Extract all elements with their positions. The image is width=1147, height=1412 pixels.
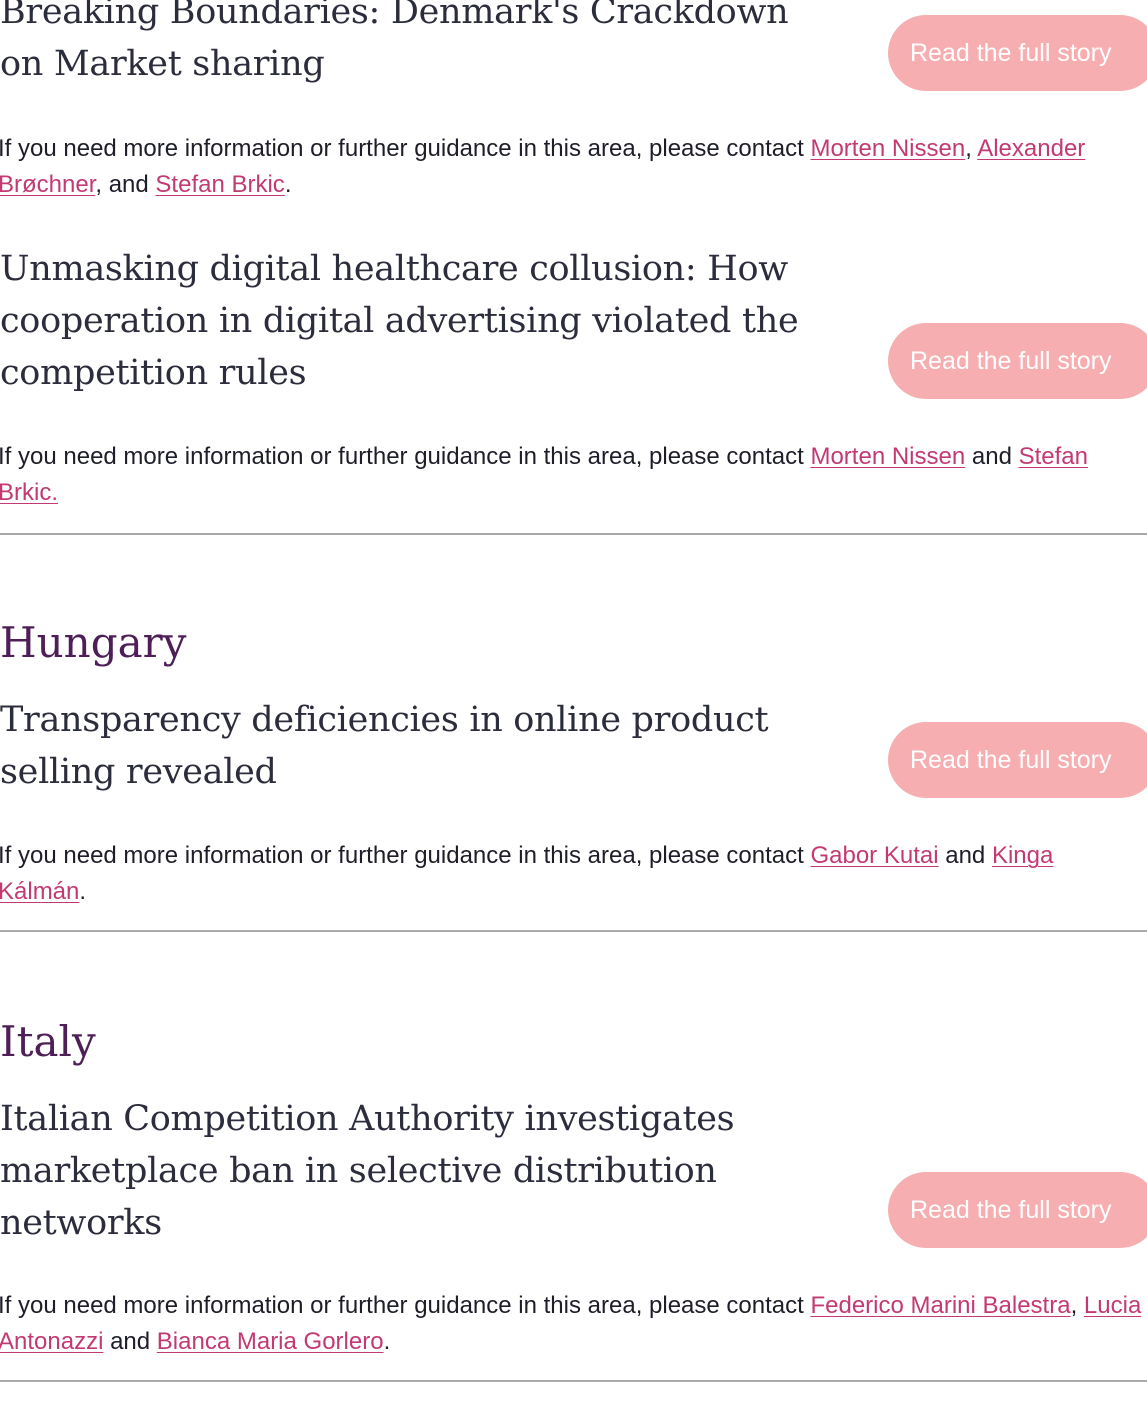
contact-separator: and	[938, 842, 992, 869]
contact-intro: If you need more information or further …	[0, 135, 811, 162]
contact-link[interactable]: Gabor Kutai	[810, 842, 938, 869]
contact-end: .	[383, 1328, 391, 1355]
contact-end: .	[284, 171, 292, 198]
story-headline: Unmasking digital healthcare collusion: …	[0, 249, 799, 393]
story-headline: Transparency deficiencies in online prod…	[0, 700, 769, 792]
country-heading-italy: Italy	[0, 1017, 96, 1066]
section-divider	[0, 533, 1147, 535]
contact-paragraph: If you need more information or further …	[0, 439, 1145, 511]
contact-separator: and	[965, 443, 1019, 470]
read-full-story-button[interactable]: Read the full story	[888, 1172, 1147, 1248]
story-headline: Breaking Boundaries: Denmark's Crackdown…	[0, 0, 789, 84]
contact-intro: If you need more information or further …	[0, 443, 811, 470]
contact-separator: ,	[965, 135, 978, 162]
read-full-story-button[interactable]: Read the full story	[888, 323, 1147, 399]
contact-link[interactable]: Bianca Maria Gorlero	[157, 1328, 384, 1355]
contact-paragraph: If you need more information or further …	[0, 131, 1145, 203]
contact-link[interactable]: Federico Marini Balestra	[810, 1292, 1070, 1319]
contact-end: .	[79, 878, 87, 905]
contact-paragraph: If you need more information or further …	[0, 1288, 1145, 1360]
contact-separator: , and	[95, 171, 156, 198]
contact-separator: ,	[1070, 1292, 1084, 1319]
contact-link[interactable]: Morten Nissen	[810, 443, 965, 470]
contact-intro: If you need more information or further …	[0, 1292, 811, 1319]
contact-paragraph: If you need more information or further …	[0, 838, 1145, 910]
contact-link[interactable]: Morten Nissen	[810, 135, 965, 162]
contact-link[interactable]: Stefan Brkic	[155, 171, 284, 198]
read-full-story-button[interactable]: Read the full story	[888, 722, 1147, 798]
section-divider	[0, 1380, 1147, 1382]
story-headline: Italian Competition Authority investigat…	[0, 1099, 735, 1243]
country-heading-hungary: Hungary	[0, 618, 187, 667]
contact-intro: If you need more information or further …	[0, 842, 811, 869]
contact-separator: and	[103, 1328, 157, 1355]
section-divider	[0, 930, 1147, 932]
read-full-story-button[interactable]: Read the full story	[888, 15, 1147, 91]
